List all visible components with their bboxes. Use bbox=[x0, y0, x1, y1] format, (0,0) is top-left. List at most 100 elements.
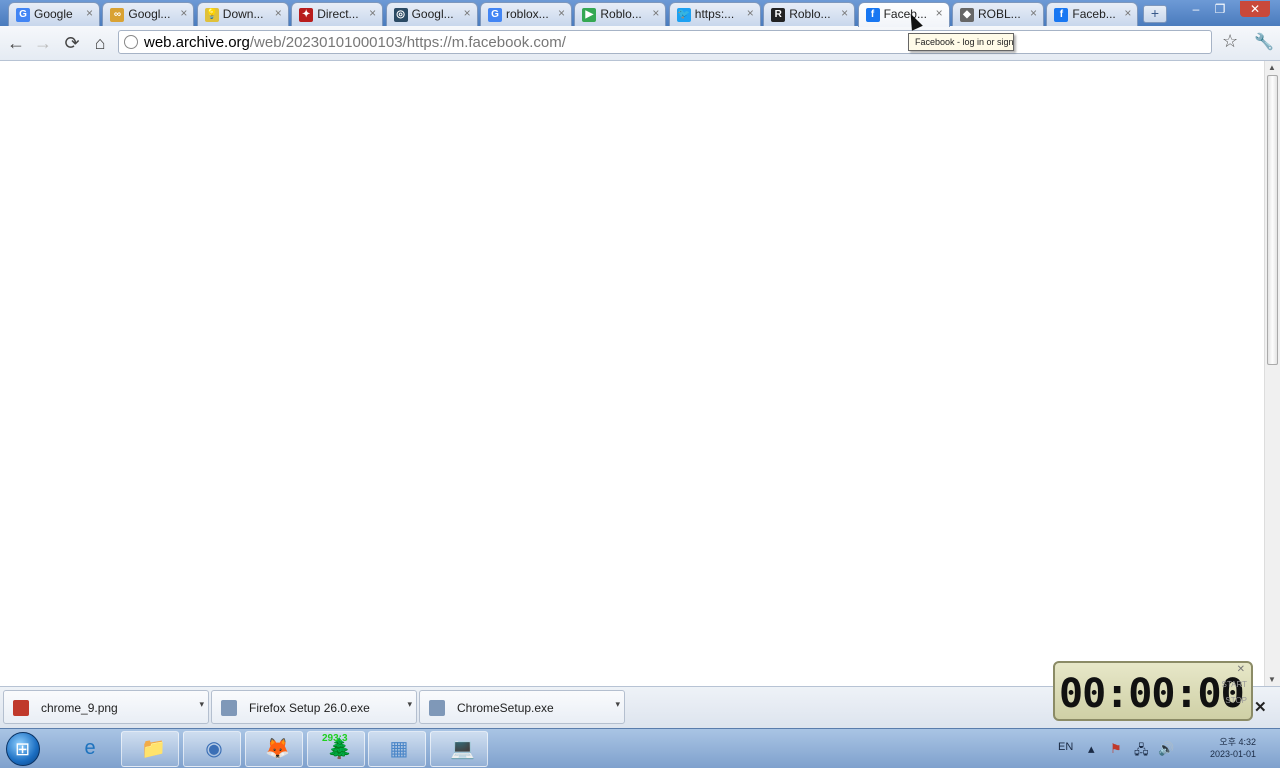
installer-icon bbox=[429, 700, 445, 716]
download-item[interactable]: Firefox Setup 26.0.exe ▾ bbox=[211, 690, 417, 724]
close-tab-icon[interactable]: × bbox=[369, 6, 376, 20]
address-bar[interactable]: web.archive.org/web/20230101000103/https… bbox=[118, 30, 1212, 54]
windows-logo-icon: ⊞ bbox=[15, 739, 31, 759]
browser-tab[interactable]: ◆ ROBL... × bbox=[952, 2, 1044, 26]
tab-title: https:... bbox=[694, 7, 735, 21]
taskbar-chrome-button[interactable]: ◉ bbox=[183, 731, 241, 767]
tab-title: Googl... bbox=[128, 7, 171, 21]
browser-tab[interactable]: f Faceb... × bbox=[857, 2, 950, 27]
taskbar-internet-explorer-button[interactable]: e bbox=[60, 731, 118, 767]
taskbar-control-panel-button[interactable]: ▦ bbox=[368, 731, 426, 767]
timer-close-icon[interactable]: ✕ bbox=[1237, 664, 1245, 675]
tab-title: roblox... bbox=[506, 7, 549, 21]
action-center-icon[interactable]: ⚑ bbox=[1110, 741, 1122, 757]
taskbar-file-explorer-button[interactable]: 📁 bbox=[121, 731, 179, 767]
restore-button[interactable]: ❐ bbox=[1208, 1, 1232, 17]
close-tab-icon[interactable]: × bbox=[841, 6, 848, 20]
download-filename: ChromeSetup.exe bbox=[457, 701, 554, 715]
download-menu-chevron-icon[interactable]: ▾ bbox=[199, 699, 204, 710]
download-filename: Firefox Setup 26.0.exe bbox=[249, 701, 370, 715]
close-download-bar-icon[interactable]: ✕ bbox=[1254, 698, 1267, 716]
clock-time: 오후 4:32 bbox=[1219, 737, 1256, 747]
google-drive-icon: ∞ bbox=[110, 8, 125, 22]
browser-tab[interactable]: f Faceb... × bbox=[1046, 2, 1139, 26]
directx-icon: ✦ bbox=[299, 8, 314, 22]
windows-taskbar: ⊞ EN ▴ ⚑ 🖧 🔊 오후 4:32 2023-01-01 e 📁 ◉ 🦊 🌲 293… bbox=[0, 728, 1280, 768]
new-tab-button[interactable]: + bbox=[1143, 5, 1167, 23]
browser-tab[interactable]: ◎ Googl... × bbox=[385, 2, 478, 26]
minimize-button[interactable]: – bbox=[1184, 1, 1208, 17]
language-indicator[interactable]: EN bbox=[1058, 741, 1073, 753]
taskbar-laptop-app-button[interactable]: 💻 bbox=[430, 731, 488, 767]
internet-explorer-icon: e bbox=[84, 737, 96, 759]
show-hidden-icons-icon[interactable]: ▴ bbox=[1088, 741, 1095, 757]
close-tab-icon[interactable]: × bbox=[86, 6, 93, 20]
network-icon[interactable]: 🖧 bbox=[1134, 741, 1149, 763]
tab-title: Roblo... bbox=[789, 7, 831, 21]
url-path: /web/20230101000103/https://m.facebook.c… bbox=[249, 34, 566, 51]
chrome-icon: ◉ bbox=[205, 738, 223, 760]
file-explorer-icon: 📁 bbox=[141, 738, 166, 760]
close-tab-icon[interactable]: × bbox=[936, 6, 943, 20]
taskbar-tree-app-button[interactable]: 🌲 293:3 bbox=[307, 731, 365, 767]
browser-tab[interactable]: 🐦 https:... × bbox=[668, 2, 761, 26]
download-menu-chevron-icon[interactable]: ▾ bbox=[615, 699, 620, 710]
close-tab-icon[interactable]: × bbox=[1124, 6, 1131, 20]
page-content bbox=[0, 61, 1264, 686]
taskbar-badge: 293:3 bbox=[322, 733, 348, 744]
back-arrow-icon[interactable]: ← bbox=[6, 33, 26, 53]
browser-tab[interactable]: 💡 Down... × bbox=[196, 2, 289, 26]
wrench-menu-icon[interactable]: 🔧 bbox=[1254, 32, 1274, 52]
scroll-up-icon[interactable]: ▲ bbox=[1268, 63, 1276, 72]
bookmark-star-icon[interactable]: ☆ bbox=[1222, 31, 1238, 52]
browser-tab[interactable]: ∞ Googl... × bbox=[102, 2, 195, 26]
laptop-app-icon: 💻 bbox=[450, 738, 475, 760]
home-icon[interactable]: ⌂ bbox=[90, 33, 110, 53]
browser-tab[interactable]: R Roblo... × bbox=[763, 2, 856, 26]
download-item[interactable]: ChromeSetup.exe ▾ bbox=[419, 690, 625, 724]
url-text[interactable]: web.archive.org/web/20230101000103/https… bbox=[144, 34, 566, 51]
installer-icon bbox=[221, 700, 237, 716]
close-tab-icon[interactable]: × bbox=[464, 6, 471, 20]
close-tab-icon[interactable]: × bbox=[747, 6, 754, 20]
timer-widget: 00:00:00 START STOP ✕ bbox=[1053, 661, 1253, 721]
download-item[interactable]: chrome_9.png ▾ bbox=[3, 690, 209, 724]
browser-tab[interactable]: G Google × bbox=[8, 2, 100, 26]
scroll-down-icon[interactable]: ▼ bbox=[1268, 675, 1276, 684]
download-menu-chevron-icon[interactable]: ▾ bbox=[407, 699, 412, 710]
close-tab-icon[interactable]: × bbox=[180, 6, 187, 20]
close-tab-icon[interactable]: × bbox=[275, 6, 282, 20]
system-clock[interactable]: 오후 4:32 2023-01-01 bbox=[1186, 736, 1256, 760]
google-icon: G bbox=[16, 8, 30, 22]
globe-icon bbox=[124, 35, 138, 49]
tab-title: Down... bbox=[222, 7, 264, 21]
browser-toolbar: ← → ⟳ ⌂ web.archive.org/web/202301010001… bbox=[0, 26, 1280, 61]
scrollbar-thumb[interactable] bbox=[1267, 75, 1278, 365]
close-tab-icon[interactable]: × bbox=[1030, 6, 1037, 20]
timer-start-button[interactable]: START bbox=[1222, 680, 1247, 689]
start-button[interactable]: ⊞ bbox=[6, 732, 40, 766]
roblox-icon: R bbox=[771, 8, 786, 22]
tab-tooltip: Facebook - log in or sign up bbox=[908, 33, 1014, 51]
volume-icon[interactable]: 🔊 bbox=[1158, 741, 1174, 757]
close-tab-icon[interactable]: × bbox=[652, 6, 659, 20]
clock-date: 2023-01-01 bbox=[1209, 749, 1256, 759]
control-panel-icon: ▦ bbox=[389, 738, 409, 760]
taskbar-firefox-button[interactable]: 🦊 bbox=[245, 731, 303, 767]
facebook-icon: f bbox=[865, 8, 880, 22]
browser-tab[interactable]: ✦ Direct... × bbox=[291, 2, 384, 26]
image-file-icon bbox=[13, 700, 29, 716]
facebook-icon: f bbox=[1054, 8, 1069, 22]
browser-tab[interactable]: ▶ Roblo... × bbox=[574, 2, 667, 26]
close-window-button[interactable]: ✕ bbox=[1240, 1, 1270, 17]
timer-stop-button[interactable]: STOP bbox=[1225, 696, 1247, 705]
reload-icon[interactable]: ⟳ bbox=[62, 33, 82, 53]
close-tab-icon[interactable]: × bbox=[558, 6, 565, 20]
tab-title: Googl... bbox=[411, 7, 454, 21]
browser-tab[interactable]: Groblox... × bbox=[480, 2, 572, 26]
download-filename: chrome_9.png bbox=[41, 701, 118, 715]
tab-title: Roblo... bbox=[600, 7, 642, 21]
forward-arrow-icon[interactable]: → bbox=[33, 33, 53, 53]
vertical-scrollbar[interactable]: ▲ ▼ bbox=[1264, 61, 1280, 686]
google-lens-icon: ◎ bbox=[393, 8, 408, 22]
